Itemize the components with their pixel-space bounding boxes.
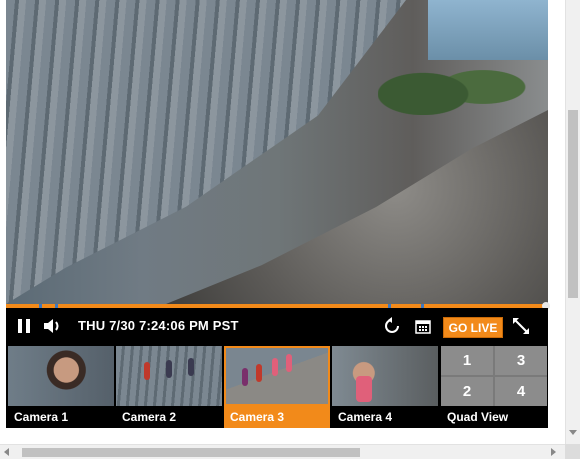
camera-3-button[interactable]: Camera 3 — [224, 346, 330, 428]
camera-2-button[interactable]: Camera 2 — [116, 346, 222, 428]
camera-3-thumbnail — [224, 346, 330, 406]
camera-2-label: Camera 2 — [116, 406, 222, 428]
scroll-left-icon[interactable] — [4, 448, 9, 456]
replay-icon[interactable] — [382, 316, 402, 336]
quad-cell: 4 — [495, 377, 547, 406]
quad-cell: 3 — [495, 346, 547, 375]
scroll-down-icon[interactable] — [569, 430, 577, 435]
timestamp: THU 7/30 7:24:06 PM PST — [78, 318, 239, 333]
horizontal-scroll-thumb[interactable] — [22, 448, 360, 457]
camera-1-label: Camera 1 — [8, 406, 114, 428]
quad-view-grid: 1 3 2 4 — [441, 346, 547, 406]
camera-2-thumbnail — [116, 346, 222, 406]
horizontal-scrollbar[interactable] — [0, 444, 565, 459]
volume-icon[interactable] — [42, 317, 64, 335]
camera-1-thumbnail — [8, 346, 114, 406]
video-player[interactable]: THU 7/30 7:24:06 PM PST GO LIVE Camera 1… — [6, 0, 550, 428]
quad-cell: 1 — [441, 346, 493, 375]
camera-1-button[interactable]: Camera 1 — [8, 346, 114, 428]
scroll-right-icon[interactable] — [551, 448, 556, 456]
pause-icon[interactable] — [16, 317, 32, 335]
camera-selector: Camera 1 Camera 2 Camera 3 Camera 4 1 3 … — [6, 344, 548, 428]
video-trees — [378, 45, 528, 115]
calendar-icon[interactable] — [413, 316, 433, 336]
camera-4-label: Camera 4 — [332, 406, 438, 428]
vertical-scroll-thumb[interactable] — [568, 110, 578, 298]
quad-view-button[interactable]: 1 3 2 4 Quad View — [441, 346, 547, 428]
camera-4-thumbnail — [332, 346, 438, 406]
video-frame[interactable] — [6, 0, 548, 304]
quad-cell: 2 — [441, 377, 493, 406]
camera-3-label: Camera 3 — [224, 406, 330, 428]
camera-4-button[interactable]: Camera 4 — [332, 346, 438, 428]
go-live-button[interactable]: GO LIVE — [443, 317, 503, 338]
quad-view-label: Quad View — [441, 406, 547, 428]
scrollbar-corner — [565, 444, 580, 459]
vertical-scrollbar[interactable] — [565, 0, 580, 444]
control-bar: THU 7/30 7:24:06 PM PST GO LIVE — [6, 308, 548, 344]
fullscreen-icon[interactable] — [511, 316, 531, 336]
